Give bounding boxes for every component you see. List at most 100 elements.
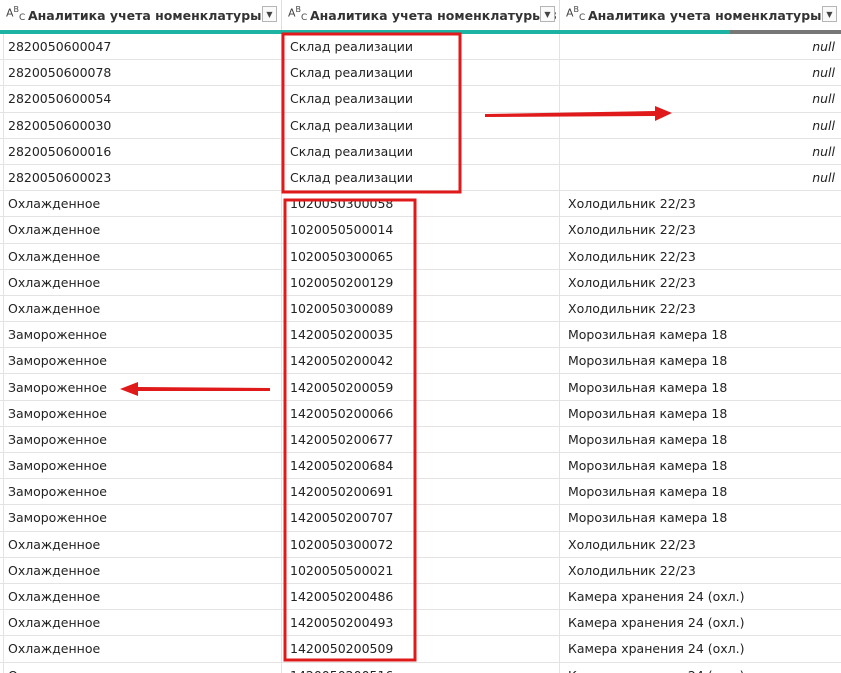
table-cell[interactable]: 1420050200691 <box>282 479 560 505</box>
column-header-analytics-3[interactable]: ABC Аналитика учета номенклатуры.3 ▼ <box>282 0 560 34</box>
table-row[interactable]: Охлажденное 1420050200486 Камера хранения … <box>0 583 841 611</box>
table-cell[interactable]: 1420050200677 <box>282 426 560 452</box>
table-cell[interactable]: Замороженное <box>0 453 282 479</box>
table-cell[interactable]: 2820050600030 <box>0 112 282 138</box>
table-cell[interactable]: 1420050200509 <box>282 636 560 662</box>
table-cell[interactable]: Склад реализации <box>282 34 560 60</box>
table-row[interactable]: 2820050600047 Склад реализации null <box>0 34 841 61</box>
table-cell[interactable]: Охлажденное <box>0 191 282 217</box>
table-cell[interactable]: null <box>560 60 841 85</box>
table-row[interactable]: Охлажденное 1020050300058 Холодильник 22/2… <box>0 191 841 218</box>
table-row[interactable]: 2820050600023 Склад реализации null <box>0 164 841 192</box>
table-cell[interactable]: Замороженное <box>0 348 282 374</box>
table-cell[interactable]: Холодильник 22/23 <box>560 244 841 269</box>
table-cell[interactable]: 1020050500014 <box>282 217 560 243</box>
table-row[interactable]: Замороженное 1420050200677 Морозильная кам… <box>0 426 841 453</box>
table-cell[interactable]: Охлажденное <box>0 217 282 243</box>
table-cell[interactable]: null <box>560 113 841 138</box>
table-cell[interactable]: Охлажденное <box>0 636 282 662</box>
table-cell[interactable]: Морозильная камера 18 <box>560 505 841 530</box>
table-cell[interactable]: 2820050600054 <box>0 86 282 112</box>
table-cell[interactable]: 1420050200684 <box>282 453 560 479</box>
table-cell[interactable]: null <box>560 139 841 164</box>
table-cell[interactable]: Камера хранения 24 (охл.) <box>560 584 841 609</box>
table-cell[interactable]: Охлажденное <box>0 295 282 322</box>
table-row[interactable]: Охлажденное 1020050300065 Холодильник 22/2… <box>0 243 841 270</box>
table-cell[interactable]: Замороженное <box>0 505 282 531</box>
table-cell[interactable]: Склад реализации <box>282 112 560 138</box>
table-cell[interactable]: Замороженное <box>0 479 282 505</box>
table-cell[interactable]: 1420050200486 <box>282 583 560 610</box>
table-cell[interactable]: Охлажденное <box>0 557 282 583</box>
table-cell[interactable]: 2820050600078 <box>0 60 282 86</box>
text-type-icon[interactable]: ABC <box>566 5 586 23</box>
table-cell[interactable]: 1020050300058 <box>282 191 560 217</box>
table-cell[interactable]: Холодильник 22/23 <box>560 532 841 557</box>
table-row[interactable]: Охлажденное 1020050300072 Холодильник 22/2… <box>0 531 841 558</box>
table-cell[interactable]: null <box>560 34 841 59</box>
table-cell[interactable]: 1420050200707 <box>282 505 560 531</box>
table-row[interactable]: 2820050600078 Склад реализации null <box>0 60 841 87</box>
table-cell[interactable]: Холодильник 22/23 <box>560 270 841 295</box>
table-cell[interactable]: Морозильная камера 18 <box>560 322 841 347</box>
table-row[interactable]: Замороженное 1420050200059 Морозильная кам… <box>0 374 841 401</box>
table-cell[interactable]: Охлажденное <box>0 269 282 295</box>
table-cell[interactable]: Замороженное <box>0 400 282 426</box>
table-cell[interactable]: Охлажденное <box>0 662 282 673</box>
table-row[interactable]: Охлажденное 1420050200493 Камера хранения … <box>0 610 841 637</box>
table-row[interactable]: Замороженное 1420050200042 Морозильная кам… <box>0 348 841 375</box>
table-cell[interactable]: 1420050200516 <box>282 662 560 673</box>
table-cell[interactable]: Замороженное <box>0 374 282 400</box>
table-cell[interactable]: 1420050200493 <box>282 610 560 636</box>
table-cell[interactable]: 1420050200066 <box>282 400 560 426</box>
table-cell[interactable]: Склад реализации <box>282 60 560 86</box>
column-header-analytics-2[interactable]: ABC Аналитика учета номенклатуры.2 ▼ <box>0 0 282 34</box>
table-row[interactable]: Замороженное 1420050200066 Морозильная кам… <box>0 400 841 427</box>
text-type-icon[interactable]: ABC <box>6 5 26 23</box>
table-cell[interactable]: Замороженное <box>0 322 282 348</box>
column-header-analytics-4[interactable]: ABC Аналитика учета номенклатуры.4 ▼ <box>560 0 841 34</box>
table-cell[interactable]: 1020050300072 <box>282 531 560 557</box>
table-cell[interactable]: Морозильная камера 18 <box>560 348 841 373</box>
table-cell[interactable]: 1020050500021 <box>282 557 560 583</box>
table-cell[interactable]: Морозильная камера 18 <box>560 374 841 399</box>
table-cell[interactable]: Холодильник 22/23 <box>560 296 841 321</box>
table-row[interactable]: Охлажденное 1020050500014 Холодильник 22/2… <box>0 217 841 244</box>
table-row[interactable]: Охлажденное 1020050200129 Холодильник 22/2… <box>0 269 841 296</box>
table-cell[interactable]: Холодильник 22/23 <box>560 217 841 242</box>
table-cell[interactable]: Склад реализации <box>282 86 560 112</box>
column-filter-dropdown-button[interactable]: ▼ <box>262 6 277 22</box>
table-cell[interactable]: 1420050200059 <box>282 374 560 400</box>
table-cell[interactable]: Охлажденное <box>0 583 282 610</box>
table-row[interactable]: 2820050600054 Склад реализации null <box>0 86 841 113</box>
table-cell[interactable]: 2820050600047 <box>0 34 282 60</box>
table-cell[interactable]: 1020050300065 <box>282 243 560 269</box>
text-type-icon[interactable]: ABC <box>288 5 308 23</box>
table-cell[interactable]: null <box>560 165 841 190</box>
table-cell[interactable]: Камера хранения 24 (охл.) <box>560 610 841 635</box>
table-row[interactable]: Замороженное 1420050200691 Морозильная кам… <box>0 479 841 506</box>
table-row[interactable]: Замороженное 1420050200035 Морозильная кам… <box>0 322 841 349</box>
table-row[interactable]: Охлажденное 1020050300089 Холодильник 22/2… <box>0 295 841 323</box>
table-row[interactable]: Охлажденное1420050200516Камера хранения … <box>0 662 841 673</box>
column-filter-dropdown-button[interactable]: ▼ <box>822 6 837 22</box>
table-cell[interactable]: Камера хранения 24 (охл.) <box>560 663 841 673</box>
table-cell[interactable]: Холодильник 22/23 <box>560 191 841 216</box>
table-cell[interactable]: 1020050200129 <box>282 269 560 295</box>
table-row[interactable]: 2820050600016 Склад реализации null <box>0 138 841 165</box>
table-row[interactable]: Охлажденное 1420050200509 Камера хранения … <box>0 636 841 663</box>
column-filter-dropdown-button[interactable]: ▼ <box>540 6 555 22</box>
table-cell[interactable]: Охлажденное <box>0 531 282 557</box>
table-cell[interactable]: null <box>560 86 841 111</box>
table-row[interactable]: Замороженное 1420050200684 Морозильная кам… <box>0 453 841 480</box>
table-cell[interactable]: 2820050600016 <box>0 138 282 164</box>
table-cell[interactable]: Морозильная камера 18 <box>560 401 841 426</box>
table-cell[interactable]: 2820050600023 <box>0 164 282 191</box>
table-cell[interactable]: Склад реализации <box>282 164 560 191</box>
table-cell[interactable]: Склад реализации <box>282 138 560 164</box>
table-cell[interactable]: 1020050300089 <box>282 295 560 322</box>
table-cell[interactable]: Холодильник 22/23 <box>560 558 841 583</box>
table-cell[interactable]: Замороженное <box>0 426 282 452</box>
table-cell[interactable]: Камера хранения 24 (охл.) <box>560 636 841 661</box>
table-cell[interactable]: 1420050200035 <box>282 322 560 348</box>
